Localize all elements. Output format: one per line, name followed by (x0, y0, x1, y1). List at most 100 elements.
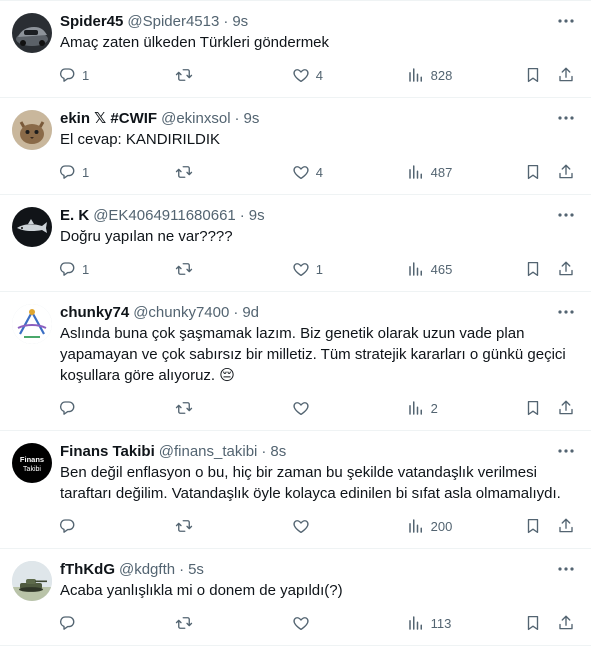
bookmark-button[interactable] (524, 66, 558, 84)
display-name[interactable]: Finans Takibi (60, 443, 155, 460)
tweet-text: Aslında buna çok şaşmamak lazım. Biz gen… (60, 325, 566, 384)
retweet-button[interactable] (175, 163, 292, 181)
logo-avatar[interactable] (12, 304, 52, 344)
reply-button[interactable] (58, 517, 175, 535)
reply-tweet[interactable]: chunky74 @chunky7400 · 9d Aslında buna ç… (0, 292, 591, 431)
avatar-logo-line-2: Takibi (23, 466, 41, 473)
share-icon (559, 261, 573, 276)
heart-icon (293, 166, 309, 180)
user-handle[interactable]: @chunky7400 (133, 304, 229, 321)
share-icon (559, 518, 573, 533)
like-count: 4 (315, 164, 323, 180)
share-button[interactable] (557, 163, 577, 181)
share-button[interactable] (557, 66, 577, 84)
retweet-button[interactable] (175, 517, 292, 535)
reply-button[interactable] (58, 399, 175, 417)
like-button[interactable] (292, 399, 407, 417)
more-options-icon[interactable] (555, 110, 577, 126)
more-options-icon[interactable] (555, 561, 577, 577)
finans-takibi-avatar[interactable]: Finans Takibi (12, 443, 52, 483)
tweet-text: Amaç zaten ülkeden Türkleri göndermek (60, 34, 330, 51)
bookmark-button[interactable] (524, 517, 558, 535)
reply-tweet[interactable]: Spider45 @Spider4513 · 9s Amaç zaten ülk… (0, 0, 591, 98)
tweet-header: E. K @EK4064911680661 · 9s (60, 205, 575, 225)
bookmark-icon (527, 518, 538, 534)
analytics-icon (408, 262, 422, 276)
heart-icon (293, 402, 309, 416)
reply-tweet[interactable]: E. K @EK4064911680661 · 9s Doğru yapılan… (0, 195, 591, 292)
tweet-feed: Spider45 @Spider4513 · 9s Amaç zaten ülk… (0, 0, 591, 646)
shark-avatar[interactable] (12, 207, 52, 247)
views-button[interactable]: 2 (407, 399, 524, 417)
share-button[interactable] (557, 517, 577, 535)
retweet-icon (175, 617, 193, 629)
bookmark-button[interactable] (524, 399, 558, 417)
reply-tweet[interactable]: ekin 𝕏 #CWIF @ekinxsol · 9s El cevap: KA… (0, 98, 591, 195)
timestamp[interactable]: 9s (249, 207, 265, 224)
user-handle[interactable]: @Spider4513 (127, 13, 219, 30)
share-button[interactable] (557, 260, 577, 278)
more-options-icon[interactable] (555, 304, 577, 320)
tweet-text: El cevap: KANDIRILDIK (60, 131, 221, 148)
reply-icon (59, 401, 75, 415)
cat-avatar[interactable] (12, 110, 52, 150)
user-handle[interactable]: @EK4064911680661 (93, 207, 236, 224)
share-button[interactable] (557, 614, 577, 632)
display-name[interactable]: fThKdG (60, 561, 115, 578)
like-button[interactable]: 4 (292, 66, 407, 84)
share-icon (559, 164, 573, 179)
like-button[interactable] (292, 517, 407, 535)
like-button[interactable]: 4 (292, 163, 407, 181)
separator-dot: · (239, 206, 245, 224)
timestamp[interactable]: 8s (270, 443, 286, 460)
more-options-icon[interactable] (555, 443, 577, 459)
reply-button[interactable] (58, 614, 175, 632)
display-name[interactable]: chunky74 (60, 304, 129, 321)
timestamp[interactable]: 5s (188, 561, 204, 578)
views-button[interactable]: 487 (407, 163, 524, 181)
car-avatar[interactable] (12, 13, 52, 53)
reply-button[interactable]: 1 (58, 66, 175, 84)
more-options-icon[interactable] (555, 13, 577, 29)
bookmark-button[interactable] (524, 614, 558, 632)
views-button[interactable]: 465 (407, 260, 524, 278)
reply-tweet[interactable]: Finans Takibi Finans Takibi @finans_takib… (0, 431, 591, 549)
user-handle[interactable]: @kdgfth (119, 561, 175, 578)
timestamp[interactable]: 9s (232, 13, 248, 30)
share-button[interactable] (557, 399, 577, 417)
views-button[interactable]: 828 (407, 66, 524, 84)
views-button[interactable]: 200 (407, 517, 524, 535)
timestamp[interactable]: 9d (242, 304, 259, 321)
like-button[interactable]: 1 (292, 260, 407, 278)
heart-icon (293, 69, 309, 83)
views-button[interactable]: 113 (407, 614, 524, 632)
retweet-icon (175, 263, 193, 275)
user-handle[interactable]: @ekinxsol (161, 110, 230, 127)
retweet-button[interactable] (175, 260, 292, 278)
reply-icon (59, 616, 75, 630)
tweet-header: Spider45 @Spider4513 · 9s (60, 11, 575, 31)
reply-tweet[interactable]: fThKdG @kdgfth · 5s Acaba yanlışlıkla mi… (0, 549, 591, 646)
user-handle[interactable]: @finans_takibi (159, 443, 258, 460)
like-button[interactable] (292, 614, 407, 632)
like-count: 1 (315, 261, 323, 277)
retweet-button[interactable] (175, 66, 292, 84)
reply-button[interactable]: 1 (58, 163, 175, 181)
display-name[interactable]: Spider45 (60, 13, 123, 30)
bookmark-button[interactable] (524, 260, 558, 278)
view-count: 113 (430, 615, 452, 631)
display-name[interactable]: ekin 𝕏 #CWIF (60, 109, 157, 127)
display-name[interactable]: E. K (60, 207, 89, 224)
retweet-button[interactable] (175, 399, 292, 417)
like-count: 4 (315, 67, 323, 83)
tank-avatar[interactable] (12, 561, 52, 601)
more-options-icon[interactable] (555, 207, 577, 223)
reply-button[interactable]: 1 (58, 260, 175, 278)
retweet-icon (175, 166, 193, 178)
timestamp[interactable]: 9s (244, 110, 260, 127)
action-bar: 1 1 465 (58, 247, 577, 291)
bookmark-button[interactable] (524, 163, 558, 181)
tweet-text: Acaba yanlışlıkla mi o donem de yapıldı(… (60, 582, 343, 599)
retweet-button[interactable] (175, 614, 292, 632)
analytics-icon (408, 401, 422, 415)
